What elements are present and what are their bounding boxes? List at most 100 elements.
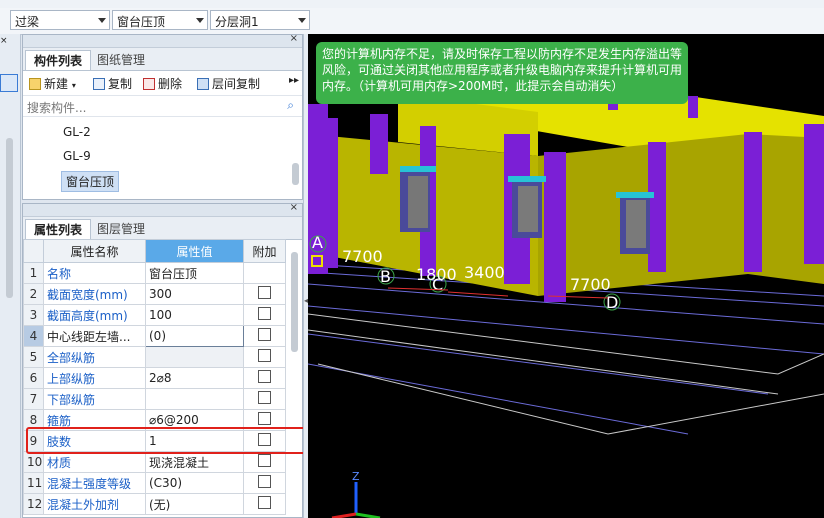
- property-value[interactable]: 2⌀8: [145, 367, 244, 389]
- side-wall: [538, 134, 824, 296]
- row-number: 5: [23, 346, 44, 368]
- table-row[interactable]: 5 全部纵筋: [23, 346, 286, 368]
- floor-copy-icon: [197, 78, 209, 90]
- search-icon[interactable]: ⌕: [287, 98, 294, 113]
- property-value[interactable]: [145, 388, 244, 410]
- delete-button[interactable]: 删除: [143, 75, 182, 92]
- extra-cell: [243, 346, 286, 368]
- scrollbar[interactable]: [292, 163, 299, 185]
- new-icon: [29, 78, 41, 90]
- copy-icon: [93, 78, 105, 90]
- component-dropdown-value: 窗台压顶: [117, 15, 166, 29]
- layer-dropdown-value: 分层洞1: [215, 15, 259, 29]
- floor-copy-button-label: 层间复制: [212, 77, 261, 91]
- component-search[interactable]: 搜索构件... ⌕: [23, 96, 302, 117]
- low-memory-notice: 您的计算机内存不足，请及时保存工程以防内存不足发生内存溢出等风险，可通过关闭其他…: [316, 42, 688, 104]
- tab-property-list[interactable]: 属性列表: [25, 219, 92, 239]
- close-icon[interactable]: ×: [290, 202, 298, 213]
- extra-checkbox[interactable]: [258, 412, 271, 425]
- 3d-viewport[interactable]: A B C D 7700 1800 3400 7700 Z: [308, 34, 824, 518]
- property-name: 中心线距左墙...: [43, 325, 146, 347]
- axis-label-b: B: [380, 267, 391, 286]
- property-name: 上部纵筋: [43, 367, 146, 389]
- property-value[interactable]: (无): [145, 493, 244, 515]
- dimension-label: 3400: [464, 263, 505, 282]
- extra-cell: [243, 388, 286, 410]
- property-value[interactable]: 窗台压顶: [145, 262, 244, 284]
- list-icon[interactable]: [0, 74, 18, 92]
- extra-checkbox[interactable]: [258, 475, 271, 488]
- property-name: 材质: [43, 451, 146, 473]
- table-row[interactable]: 6 上部纵筋 2⌀8: [23, 367, 286, 389]
- row-number: 6: [23, 367, 44, 389]
- table-row[interactable]: 3 截面高度(mm) 100: [23, 304, 286, 326]
- extra-cell: [243, 283, 286, 305]
- new-button[interactable]: 新建 ▾: [29, 75, 76, 92]
- extra-checkbox[interactable]: [258, 307, 271, 320]
- more-icon[interactable]: ▸▸: [289, 75, 299, 86]
- extra-checkbox[interactable]: [258, 391, 271, 404]
- extra-checkbox[interactable]: [258, 454, 271, 467]
- row-number: 1: [23, 262, 44, 284]
- tab-layer-management[interactable]: 图层管理: [89, 219, 153, 239]
- delete-button-label: 删除: [158, 77, 183, 91]
- table-row[interactable]: 2 截面宽度(mm) 300: [23, 283, 286, 305]
- close-icon[interactable]: ×: [0, 36, 12, 46]
- property-name: 截面高度(mm): [43, 304, 146, 326]
- extra-checkbox[interactable]: [258, 349, 271, 362]
- extra-checkbox[interactable]: [258, 328, 271, 341]
- property-value[interactable]: (C30): [145, 472, 244, 494]
- chevron-down-icon: [298, 18, 306, 23]
- component-dropdown[interactable]: 窗台压顶: [112, 10, 208, 30]
- extra-checkbox[interactable]: [258, 286, 271, 299]
- copy-button[interactable]: 复制: [93, 75, 132, 92]
- property-value[interactable]: [145, 346, 244, 368]
- delete-icon: [143, 78, 155, 90]
- table-header-row: 属性名称 属性值 附加: [23, 239, 286, 263]
- property-value-input[interactable]: (0): [145, 325, 244, 347]
- toolbar: 过梁 窗台压顶 分层洞1: [0, 8, 824, 35]
- property-name: 全部纵筋: [43, 346, 146, 368]
- property-value[interactable]: 300: [145, 283, 244, 305]
- property-value[interactable]: 100: [145, 304, 244, 326]
- list-item[interactable]: GL-2: [63, 125, 91, 139]
- table-row[interactable]: 11 混凝土强度等级 (C30): [23, 472, 286, 494]
- scrollbar[interactable]: [291, 252, 298, 352]
- layer-dropdown[interactable]: 分层洞1: [210, 10, 310, 30]
- property-name: 下部纵筋: [43, 388, 146, 410]
- extra-checkbox[interactable]: [258, 496, 271, 509]
- table-row[interactable]: 1 名称 窗台压顶: [23, 262, 286, 284]
- table-row[interactable]: 12 混凝土外加剂 (无): [23, 493, 286, 515]
- category-dropdown[interactable]: 过梁: [10, 10, 110, 30]
- component-list-panel: × 构件列表 图纸管理 新建 ▾ 复制 删除 层间复制 ▸▸ 搜索构件... ⌕…: [22, 33, 303, 200]
- property-name: 混凝土强度等级: [43, 472, 146, 494]
- dimension-label: 7700: [570, 275, 611, 294]
- tab-component-list[interactable]: 构件列表: [25, 50, 92, 70]
- left-dock-strip: ×: [0, 34, 21, 518]
- row-number: 4: [23, 325, 44, 347]
- scrollbar[interactable]: [6, 138, 13, 298]
- table-row[interactable]: 7 下部纵筋: [23, 388, 286, 410]
- property-name: 名称: [43, 262, 146, 284]
- row-number: 12: [23, 493, 44, 515]
- component-tabs: 构件列表 图纸管理: [23, 48, 302, 71]
- table-row-active[interactable]: 4 中心线距左墙... (0): [23, 325, 286, 347]
- close-icon[interactable]: ×: [290, 33, 298, 44]
- list-item[interactable]: GL-9: [63, 149, 91, 163]
- extra-checkbox[interactable]: [258, 370, 271, 383]
- tab-drawing-management[interactable]: 图纸管理: [89, 50, 153, 70]
- property-value[interactable]: 现浇混凝土: [145, 451, 244, 473]
- property-table: 属性名称 属性值 附加 1 名称 窗台压顶 2 截面宽度(mm) 300 3 截…: [23, 239, 286, 515]
- property-tabs: 属性列表 图层管理: [23, 217, 302, 240]
- dimension-label: 7700: [342, 247, 383, 266]
- list-item-selected[interactable]: 窗台压顶: [61, 171, 120, 192]
- table-row[interactable]: 10 材质 现浇混凝土: [23, 451, 286, 473]
- extra-cell: [243, 451, 286, 473]
- search-input[interactable]: 搜索构件...: [27, 99, 86, 116]
- floor-copy-button[interactable]: 层间复制: [197, 75, 260, 92]
- row-number-header: [23, 239, 44, 263]
- copy-button-label: 复制: [108, 77, 133, 91]
- extra-cell: [243, 304, 286, 326]
- axis-label-d: D: [606, 293, 618, 312]
- new-button-label: 新建: [44, 77, 69, 91]
